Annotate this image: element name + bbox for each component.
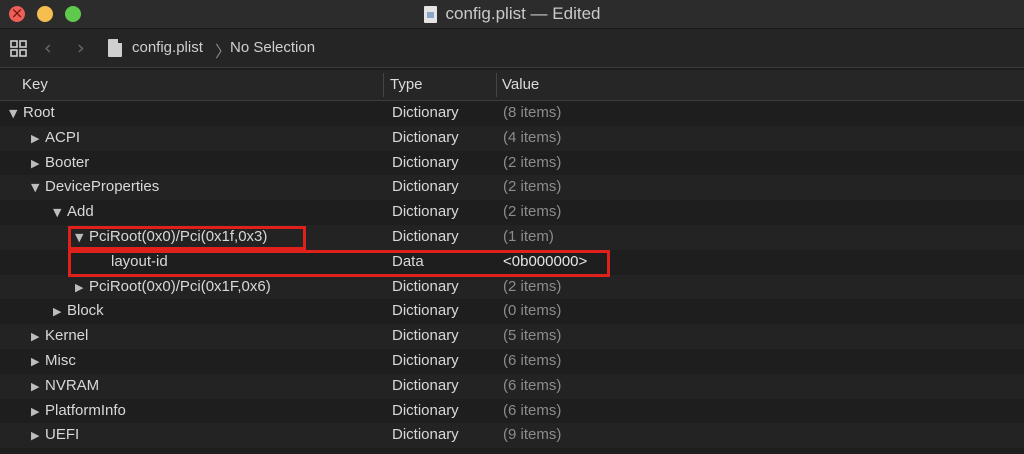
row-key-label[interactable]: UEFI bbox=[45, 426, 79, 443]
breadcrumb-file[interactable]: config.plist bbox=[132, 39, 203, 56]
row-value[interactable]: (4 items) bbox=[503, 126, 561, 151]
disclosure-collapsed-icon[interactable]: ▶ bbox=[31, 127, 45, 152]
row-value[interactable]: (2 items) bbox=[503, 275, 561, 300]
row-value[interactable]: (2 items) bbox=[503, 200, 561, 225]
row-type[interactable]: Dictionary bbox=[392, 126, 459, 151]
row-type[interactable]: Dictionary bbox=[392, 225, 459, 250]
column-header-type[interactable]: Type bbox=[390, 76, 423, 93]
row-value[interactable]: (9 items) bbox=[503, 423, 561, 448]
row-key: ▶ Misc bbox=[31, 349, 76, 375]
column-header: Key Type Value bbox=[0, 70, 1024, 101]
disclosure-collapsed-icon[interactable]: ▶ bbox=[53, 300, 67, 325]
column-divider[interactable] bbox=[496, 73, 497, 97]
row-key-label[interactable]: PlatformInfo bbox=[45, 402, 126, 419]
outline-row[interactable]: ▶ PlatformInfo Dictionary (6 items) bbox=[0, 399, 1024, 424]
row-type[interactable]: Dictionary bbox=[392, 324, 459, 349]
row-type[interactable]: Dictionary bbox=[392, 374, 459, 399]
row-type[interactable]: Dictionary bbox=[392, 423, 459, 448]
row-key-label[interactable]: DeviceProperties bbox=[45, 178, 159, 195]
row-type[interactable]: Dictionary bbox=[392, 101, 459, 126]
row-key-label[interactable]: Booter bbox=[45, 154, 89, 171]
row-key-label[interactable]: Add bbox=[67, 203, 94, 220]
grid-icon[interactable] bbox=[10, 40, 27, 57]
outline-row[interactable]: ▶ PciRoot(0x0)/Pci(0x1F,0x6) Dictionary (2 … bbox=[0, 274, 1024, 301]
disclosure-collapsed-icon[interactable]: ▶ bbox=[31, 152, 45, 177]
row-key-label[interactable]: Root bbox=[23, 104, 55, 121]
row-key: ▼ Root bbox=[9, 101, 55, 127]
outline-row[interactable]: ▼ Add Dictionary (2 items) bbox=[0, 200, 1024, 225]
disclosure-collapsed-icon[interactable]: ▶ bbox=[31, 325, 45, 350]
disclosure-collapsed-icon[interactable]: ▶ bbox=[75, 276, 89, 301]
row-value[interactable]: (0 items) bbox=[503, 299, 561, 324]
row-value[interactable]: (5 items) bbox=[503, 324, 561, 349]
row-key: ▶ Block bbox=[53, 299, 104, 325]
row-value[interactable]: (6 items) bbox=[503, 374, 561, 399]
row-value[interactable]: (2 items) bbox=[503, 175, 561, 200]
disclosure-collapsed-icon[interactable]: ▶ bbox=[31, 424, 45, 449]
breadcrumb-selection[interactable]: No Selection bbox=[230, 39, 315, 56]
chevron-right-icon[interactable]: › bbox=[77, 37, 85, 59]
disclosure-expanded-icon[interactable]: ▼ bbox=[53, 201, 67, 226]
disclosure-collapsed-icon[interactable]: ▶ bbox=[31, 350, 45, 375]
outline-row[interactable]: ▼ Root Dictionary (8 items) bbox=[0, 101, 1024, 126]
outline-row[interactable]: ▶ ACPI Dictionary (4 items) bbox=[0, 125, 1024, 152]
outline-row[interactable]: ▶ Block Dictionary (0 items) bbox=[0, 299, 1024, 324]
row-key: ▶ Kernel bbox=[31, 324, 88, 350]
row-key-label[interactable]: Kernel bbox=[45, 327, 88, 344]
row-key-label[interactable]: Misc bbox=[45, 352, 76, 369]
outline-row[interactable]: ▶ Kernel Dictionary (5 items) bbox=[0, 324, 1024, 349]
row-type[interactable]: Dictionary bbox=[392, 200, 459, 225]
row-type[interactable]: Dictionary bbox=[392, 299, 459, 324]
row-key: ▶ ACPI bbox=[31, 126, 80, 152]
row-value[interactable]: (8 items) bbox=[503, 101, 561, 126]
highlight-box-layout-id-row bbox=[68, 250, 610, 277]
row-key: ▼ Add bbox=[53, 200, 94, 226]
row-value[interactable]: (6 items) bbox=[503, 349, 561, 374]
title-bar: config.plist — Edited bbox=[0, 0, 1024, 29]
highlight-box-pci-key bbox=[68, 226, 306, 250]
row-type[interactable]: Dictionary bbox=[392, 399, 459, 424]
row-type[interactable]: Dictionary bbox=[392, 151, 459, 176]
row-key: ▶ UEFI bbox=[31, 423, 79, 449]
window-title: config.plist — Edited bbox=[445, 4, 601, 23]
row-value[interactable]: (6 items) bbox=[503, 399, 561, 424]
jump-bar: ‹ › config.plist 〉 No Selection bbox=[0, 29, 1024, 68]
row-key: ▶ Booter bbox=[31, 151, 89, 177]
row-key: ▶ PlatformInfo bbox=[31, 399, 126, 425]
chevron-left-icon[interactable]: ‹ bbox=[44, 37, 52, 59]
outline-row[interactable]: ▶ Misc Dictionary (6 items) bbox=[0, 349, 1024, 374]
plist-document-icon bbox=[423, 5, 437, 23]
column-divider[interactable] bbox=[383, 73, 384, 97]
column-header-value[interactable]: Value bbox=[502, 76, 539, 93]
breadcrumb-separator: 〉 bbox=[215, 42, 232, 61]
disclosure-collapsed-icon[interactable]: ▶ bbox=[31, 400, 45, 425]
row-key: ▼ DeviceProperties bbox=[31, 175, 159, 201]
column-header-key[interactable]: Key bbox=[22, 76, 48, 93]
disclosure-expanded-icon[interactable]: ▼ bbox=[31, 176, 45, 201]
outline-row[interactable]: ▶ Booter Dictionary (2 items) bbox=[0, 151, 1024, 176]
row-key: ▶ NVRAM bbox=[31, 374, 99, 400]
file-icon bbox=[108, 39, 122, 57]
window-title-area: config.plist — Edited bbox=[0, 0, 1024, 28]
outline-row[interactable]: ▼ DeviceProperties Dictionary (2 items) bbox=[0, 175, 1024, 201]
disclosure-collapsed-icon[interactable]: ▶ bbox=[31, 375, 45, 400]
disclosure-expanded-icon[interactable]: ▼ bbox=[9, 102, 23, 127]
row-key-label[interactable]: PciRoot(0x0)/Pci(0x1F,0x6) bbox=[89, 278, 271, 295]
row-value[interactable]: (2 items) bbox=[503, 151, 561, 176]
row-type[interactable]: Dictionary bbox=[392, 175, 459, 200]
row-type[interactable]: Dictionary bbox=[392, 349, 459, 374]
row-key: ▶ PciRoot(0x0)/Pci(0x1F,0x6) bbox=[75, 275, 271, 301]
outline-row[interactable]: ▶ UEFI Dictionary (9 items) bbox=[0, 423, 1024, 449]
row-type[interactable]: Dictionary bbox=[392, 275, 459, 300]
row-key-label[interactable]: Block bbox=[67, 302, 104, 319]
row-key-label[interactable]: NVRAM bbox=[45, 377, 99, 394]
row-key-label[interactable]: ACPI bbox=[45, 129, 80, 146]
outline-row[interactable]: ▶ NVRAM Dictionary (6 items) bbox=[0, 373, 1024, 400]
row-value[interactable]: (1 item) bbox=[503, 225, 554, 250]
